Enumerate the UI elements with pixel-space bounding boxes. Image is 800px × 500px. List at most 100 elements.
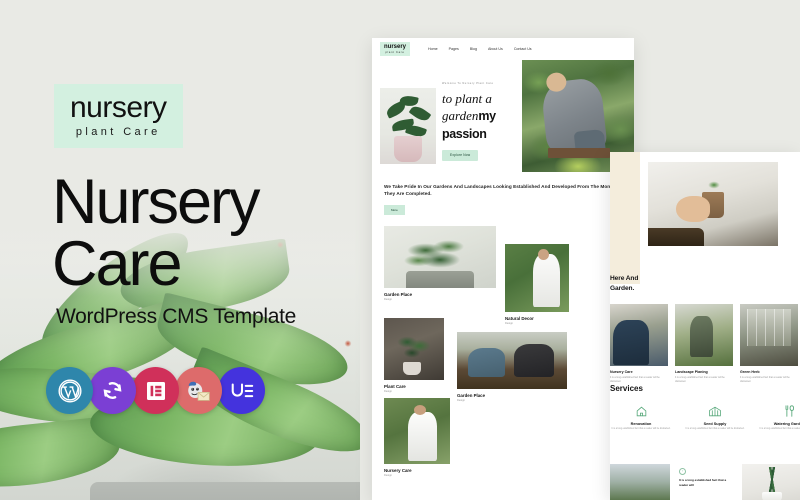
template-preview-secondary[interactable]: Here And Garden. Nursery Care It is a lo… <box>610 152 800 500</box>
hero-heading-bold-1: my <box>478 109 496 124</box>
site-logo[interactable]: nursery plant Care <box>380 42 411 56</box>
nav-item-home[interactable]: Home <box>428 47 438 51</box>
page-title-line-1: Nursery <box>52 167 261 237</box>
portfolio-thumbnail <box>384 397 450 464</box>
portfolio-item-plant-care[interactable]: Plant Care Design <box>384 317 444 393</box>
page-title: Nursery Care <box>52 171 261 296</box>
slider-revolution-icon <box>89 367 136 414</box>
plant-tray <box>548 148 610 158</box>
hero-left: Welcome To Nursery Plant Care to plant a… <box>372 60 522 172</box>
accent-band <box>610 152 640 284</box>
logo-badge: nursery plant Care <box>54 84 183 148</box>
page-subtitle: WordPress CMS Template <box>56 305 297 328</box>
portfolio-subtitle: Design <box>384 474 393 478</box>
portfolio-item-natural-decor[interactable]: Natural Decor Design <box>505 243 569 325</box>
site-logo-primary: nursery <box>384 44 407 51</box>
seedling-sprout <box>706 176 722 194</box>
mailchimp-icon <box>175 367 222 414</box>
plugin-badge-row <box>46 367 265 414</box>
feature-card-landscape-planing[interactable]: Landscape Planing It is a long establish… <box>675 304 733 384</box>
hand <box>676 196 710 222</box>
portfolio-item-garden-place-2[interactable]: Garden Place Design <box>457 331 567 402</box>
secondary-heading-line-2: Garden. <box>610 284 635 292</box>
promo-panel: nursery plant Care Nursery Care WordPres… <box>0 0 360 500</box>
hero-heading-bold-2: passion <box>442 126 487 141</box>
service-title: Renovation <box>630 422 652 426</box>
hero-heading-italic-1: to plant a <box>442 91 492 106</box>
hero-eyebrow: Welcome To Nursery Plant Care <box>442 82 494 85</box>
portfolio-title: Garden Place <box>384 291 413 297</box>
feature-description: It is a long established fact that a rea… <box>610 376 660 383</box>
soil-tray <box>648 228 704 246</box>
feature-thumbnail <box>675 304 733 366</box>
portfolio-thumbnail <box>505 243 569 312</box>
feature-card-list: Nursery Care It is a long established fa… <box>610 304 800 384</box>
hero-plant-photo <box>380 88 436 164</box>
hero-copy: Welcome To Nursery Plant Care to plant a… <box>442 82 520 161</box>
seedling-photo <box>648 162 778 246</box>
service-description: It is a long established fact that a rea… <box>685 428 745 430</box>
feature-thumbnail <box>740 304 798 366</box>
intro-section: We Take Pride In Our Gardens And Landsca… <box>372 172 634 216</box>
services-list: Renovation It is a long established fact… <box>610 404 800 432</box>
feature-title: Green Herb <box>740 370 760 374</box>
wordpress-icon <box>46 367 93 414</box>
service-item-renovation[interactable]: Renovation It is a long established fact… <box>610 404 672 432</box>
logo-primary-text: nursery <box>70 91 167 124</box>
portfolio-title: Garden Place <box>457 392 486 398</box>
plant-pot <box>394 136 422 162</box>
quote-mark-icon: ” <box>679 468 686 475</box>
site-menu: Home Pages Blog About Us Contact Us <box>428 47 532 51</box>
hero-heading-italic-2: garden <box>442 108 479 124</box>
portfolio-subtitle: Design <box>505 322 514 326</box>
hero-heading: to plant a gardenmy passion <box>442 90 520 142</box>
service-item-seed-supply[interactable]: Seed Supply It is a long established fac… <box>684 404 746 432</box>
portfolio-thumbnail <box>384 225 496 288</box>
greenhouse-icon <box>684 404 746 418</box>
feature-thumbnail <box>610 304 668 366</box>
snake-plant-photo-tile[interactable] <box>742 464 800 500</box>
service-description: It is a long established fact that a rea… <box>759 428 800 430</box>
garden-tools-icon <box>758 404 800 418</box>
portfolio-thumbnail <box>384 317 444 380</box>
portfolio-subtitle: Design <box>384 390 393 394</box>
logo-secondary-text: plant Care <box>75 126 161 138</box>
portfolio-item-nursery-care[interactable]: Nursery Care Design <box>384 397 450 477</box>
gardener-figure <box>540 77 608 155</box>
nav-item-pages[interactable]: Pages <box>449 47 459 51</box>
page-title-line-2: Care <box>52 228 183 299</box>
bottom-tile-row: ” It is a long established fact that a r… <box>610 464 800 500</box>
services-section-title: Services <box>610 384 643 393</box>
intro-paragraph: We Take Pride In Our Gardens And Landsca… <box>384 184 619 197</box>
quote-tile: ” It is a long established fact that a r… <box>676 464 736 500</box>
portfolio-item-garden-place-1[interactable]: Garden Place Design <box>384 225 496 301</box>
landscape-photo-tile[interactable] <box>610 464 670 500</box>
feature-card-nursery-care[interactable]: Nursery Care It is a long established fa… <box>610 304 668 384</box>
portfolio-title: Nursery Care <box>384 467 412 473</box>
portfolio-grid: Garden Place Design Natural Decor Design… <box>372 225 634 477</box>
nav-item-contact-us[interactable]: Contact Us <box>514 47 532 51</box>
hero-cta-button[interactable]: Explore Now <box>442 149 479 161</box>
portfolio-subtitle: Design <box>384 298 393 302</box>
feature-description: It is a long established fact that a rea… <box>675 376 725 383</box>
template-preview-main[interactable]: nursery plant Care Home Pages Blog About… <box>372 38 634 500</box>
portfolio-title: Natural Decor <box>505 315 534 321</box>
service-item-watering-garden[interactable]: Watering Garden It is a long established… <box>758 404 800 432</box>
portfolio-thumbnail <box>457 331 567 389</box>
feature-card-green-herb[interactable]: Green Herb It is a long established fact… <box>740 304 798 384</box>
intro-button[interactable]: More <box>384 204 405 215</box>
feature-title: Landscape Planing <box>675 370 708 374</box>
hero-section: Welcome To Nursery Plant Care to plant a… <box>372 60 634 172</box>
service-title: Seed Supply <box>703 422 727 426</box>
nav-item-about-us[interactable]: About Us <box>488 47 503 51</box>
service-title: Watering Garden <box>773 422 800 426</box>
house-plant-icon <box>610 404 672 418</box>
nav-item-blog[interactable]: Blog <box>470 47 477 51</box>
secondary-heading: Here And Garden. <box>610 274 740 293</box>
feature-description: It is a long established fact that a rea… <box>740 376 790 383</box>
quote-text: It is a long established fact that a rea… <box>679 478 727 487</box>
secondary-heading-line-1: Here And <box>610 275 639 282</box>
unyson-icon <box>218 367 265 414</box>
elementor-icon <box>132 367 179 414</box>
portfolio-title: Plant Care <box>384 383 406 389</box>
